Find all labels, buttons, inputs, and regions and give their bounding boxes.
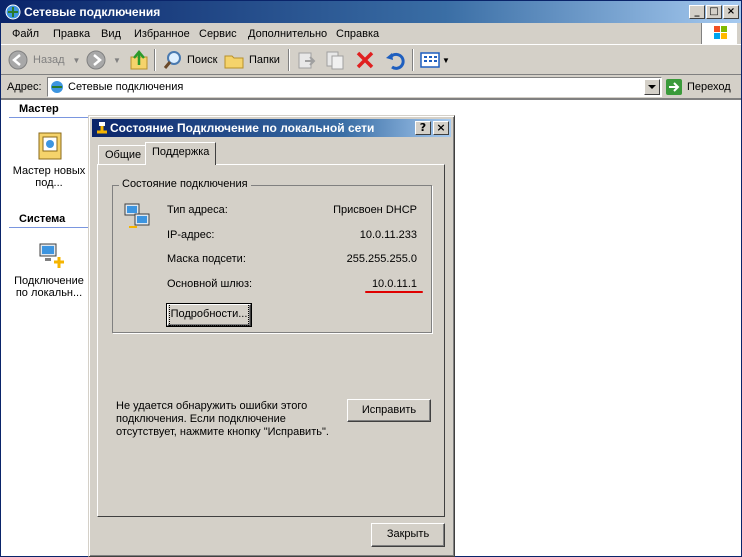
go-arrow-icon — [666, 79, 682, 95]
network-folder-icon — [51, 81, 63, 93]
section-title-wizard: Мастер — [19, 103, 59, 115]
support-tab-panel: Состояние подключения Тип адреса: Присво… — [97, 164, 445, 517]
copy-to-button[interactable] — [324, 48, 346, 72]
folders-label: Папки — [249, 54, 280, 66]
menu-edit[interactable]: Правка — [53, 28, 90, 40]
menu-help[interactable]: Справка — [336, 28, 379, 40]
subnet-mask-value: 255.255.255.0 — [346, 253, 417, 265]
forward-button[interactable]: ▼ — [85, 48, 121, 72]
menu-view[interactable]: Вид — [101, 28, 121, 40]
address-value: Сетевые подключения — [68, 81, 184, 93]
move-to-button[interactable] — [295, 48, 317, 72]
address-dropdown-button[interactable] — [644, 79, 660, 95]
title-bar[interactable]: Сетевые подключения _ □ × — [1, 1, 741, 23]
address-type-value: Присвоен DHCP — [333, 204, 417, 216]
views-dropdown-icon[interactable]: ▼ — [442, 56, 450, 65]
dialog-title-bar[interactable]: Состояние Подключение по локальной сети … — [92, 119, 451, 137]
details-button[interactable]: Подробности... — [166, 303, 252, 327]
up-folder-icon — [130, 50, 148, 70]
address-bar: Адрес: Сетевые подключения Переход — [1, 75, 741, 99]
network-plug-icon — [97, 122, 107, 134]
left-task-pane: Мастер Мастер новых под... Система Подкл… — [5, 100, 89, 555]
menu-file[interactable]: Файл — [12, 28, 39, 40]
group-title: Состояние подключения — [119, 178, 251, 190]
maximize-button[interactable]: □ — [706, 5, 722, 19]
tab-support[interactable]: Поддержка — [145, 142, 217, 165]
windows-logo-icon — [701, 23, 737, 44]
back-dropdown-icon[interactable]: ▼ — [73, 56, 81, 65]
go-label: Переход — [687, 81, 731, 93]
forward-arrow-icon — [86, 50, 106, 70]
default-gateway-label: Основной шлюз: — [167, 278, 253, 290]
menu-favorites[interactable]: Избранное — [134, 28, 190, 40]
repair-button[interactable]: Исправить — [347, 399, 431, 422]
menu-tools[interactable]: Сервис — [199, 28, 237, 40]
forward-dropdown-icon[interactable]: ▼ — [113, 56, 121, 65]
close-button-label: Закрыть — [386, 528, 430, 540]
section-divider — [9, 227, 89, 228]
dialog-title: Состояние Подключение по локальной сети — [110, 121, 375, 135]
back-button[interactable]: Назад ▼ — [7, 48, 80, 72]
back-label: Назад — [33, 54, 65, 66]
folders-button[interactable]: Папки — [223, 48, 280, 72]
help-button[interactable]: ? — [415, 121, 431, 135]
up-folder-button[interactable] — [128, 48, 150, 72]
section-title-system: Система — [19, 213, 66, 225]
views-button[interactable]: ▼ — [419, 48, 450, 72]
lan-connection-label[interactable]: Подключение по локальн... — [9, 275, 89, 299]
connection-status-group: Состояние подключения Тип адреса: Присво… — [112, 178, 432, 333]
subnet-mask-label: Маска подсети: — [167, 253, 246, 265]
toolbar-separator — [154, 49, 156, 71]
views-icon — [420, 52, 440, 68]
dialog-close-button[interactable]: × — [433, 121, 449, 135]
search-label: Поиск — [187, 54, 218, 66]
address-input[interactable]: Сетевые подключения — [47, 77, 662, 97]
ip-address-label: IP-адрес: — [167, 229, 215, 241]
toolbar-separator — [412, 49, 414, 71]
new-connection-wizard-label[interactable]: Мастер новых под... — [9, 165, 89, 189]
repair-button-label: Исправить — [361, 404, 417, 416]
minimize-button[interactable]: _ — [689, 5, 705, 19]
new-connection-wizard-icon[interactable] — [35, 130, 67, 162]
address-label: Адрес: — [7, 81, 42, 93]
back-arrow-icon — [8, 50, 28, 70]
gateway-underline-annotation — [365, 291, 423, 293]
network-computers-icon — [124, 203, 150, 228]
folders-icon — [224, 55, 244, 69]
lan-connection-icon[interactable] — [37, 240, 69, 272]
delete-icon — [356, 51, 374, 69]
close-window-button[interactable]: × — [723, 5, 739, 19]
copy-to-icon — [326, 51, 344, 70]
details-button-label: Подробности... — [168, 303, 250, 326]
window-title: Сетевые подключения — [24, 5, 161, 19]
toolbar: Назад ▼ ▼ Поиск Папки ▼ — [1, 45, 741, 75]
tab-general[interactable]: Общие — [98, 145, 149, 165]
connection-status-dialog: Состояние Подключение по локальной сети … — [88, 115, 455, 557]
menu-advanced[interactable]: Дополнительно — [248, 28, 327, 40]
diagnostic-note: Не удается обнаружить ошибки этого подкл… — [116, 400, 329, 438]
search-icon — [163, 51, 181, 69]
toolbar-separator — [288, 49, 290, 71]
move-to-icon — [298, 52, 316, 69]
search-button[interactable]: Поиск — [162, 48, 217, 72]
ip-address-value: 10.0.11.233 — [359, 229, 417, 241]
menu-bar: Файл Правка Вид Избранное Сервис Дополни… — [1, 23, 741, 45]
default-gateway-value: 10.0.11.1 — [371, 278, 417, 290]
undo-button[interactable] — [384, 48, 406, 72]
undo-icon — [386, 52, 405, 70]
close-button[interactable]: Закрыть — [371, 523, 445, 547]
go-button[interactable]: Переход — [665, 77, 731, 97]
section-divider — [9, 117, 89, 118]
delete-button[interactable] — [354, 48, 376, 72]
address-type-label: Тип адреса: — [167, 204, 228, 216]
network-connections-icon — [5, 4, 21, 20]
